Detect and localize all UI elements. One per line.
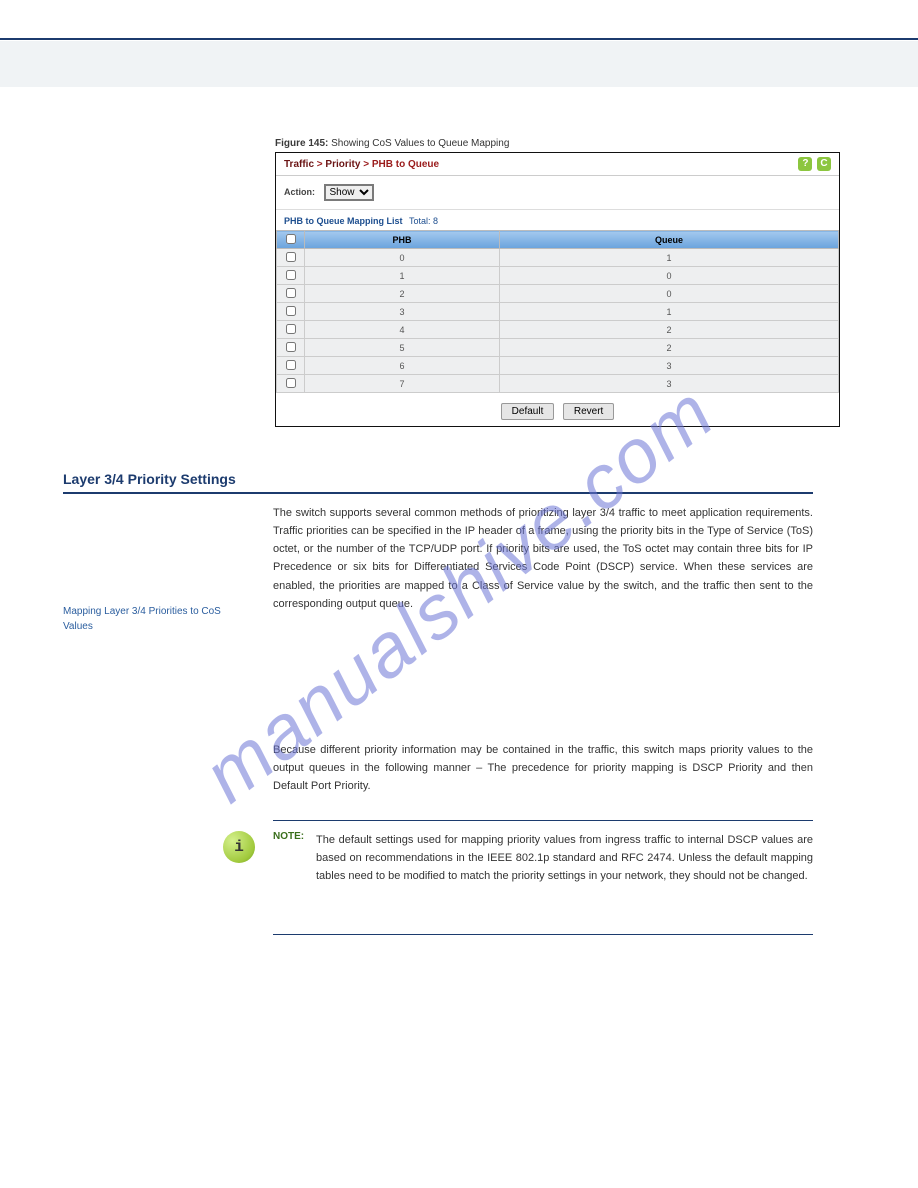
cell-phb: 7 bbox=[305, 375, 500, 393]
row-checkbox[interactable] bbox=[286, 342, 296, 352]
checkbox-all[interactable] bbox=[286, 234, 296, 244]
list-total: Total: 8 bbox=[409, 216, 438, 226]
breadcrumb-part[interactable]: Priority bbox=[325, 159, 360, 170]
figure-caption: Figure 145: Showing CoS Values to Queue … bbox=[275, 138, 509, 149]
cell-queue: 3 bbox=[500, 357, 839, 375]
cell-queue: 2 bbox=[500, 339, 839, 357]
help-icon[interactable]: ? bbox=[798, 157, 812, 171]
table-row: 01 bbox=[277, 249, 839, 267]
cell-phb: 4 bbox=[305, 321, 500, 339]
table-row: 42 bbox=[277, 321, 839, 339]
table-row: 20 bbox=[277, 285, 839, 303]
section-heading: Layer 3/4 Priority Settings bbox=[63, 471, 236, 487]
side-label: Mapping Layer 3/4 Priorities to CoS Valu… bbox=[63, 604, 243, 634]
paragraph: The switch supports several common metho… bbox=[273, 504, 813, 613]
action-label: Action: bbox=[284, 187, 315, 197]
row-checkbox[interactable] bbox=[286, 288, 296, 298]
screenshot-titlebar: Traffic > Priority > PHB to Queue ? C bbox=[276, 153, 839, 176]
row-checkbox[interactable] bbox=[286, 270, 296, 280]
cell-phb: 0 bbox=[305, 249, 500, 267]
cell-queue: 3 bbox=[500, 375, 839, 393]
row-checkbox[interactable] bbox=[286, 360, 296, 370]
note-rule-top bbox=[273, 820, 813, 821]
col-queue: Queue bbox=[500, 231, 839, 249]
row-checkbox[interactable] bbox=[286, 324, 296, 334]
refresh-icon[interactable]: C bbox=[817, 157, 831, 171]
button-row: Default Revert bbox=[276, 393, 839, 426]
default-button[interactable]: Default bbox=[501, 403, 555, 420]
cell-phb: 2 bbox=[305, 285, 500, 303]
mapping-table: PHB Queue 01 10 20 31 42 52 63 73 bbox=[276, 230, 839, 393]
table-row: 31 bbox=[277, 303, 839, 321]
row-checkbox[interactable] bbox=[286, 378, 296, 388]
cell-phb: 5 bbox=[305, 339, 500, 357]
row-checkbox[interactable] bbox=[286, 306, 296, 316]
table-header-row: PHB Queue bbox=[277, 231, 839, 249]
table-row: 10 bbox=[277, 267, 839, 285]
col-checkbox bbox=[277, 231, 305, 249]
list-title: PHB to Queue Mapping List bbox=[284, 216, 403, 226]
row-checkbox[interactable] bbox=[286, 252, 296, 262]
figure-title: Showing CoS Values to Queue Mapping bbox=[331, 138, 509, 149]
list-title-row: PHB to Queue Mapping List Total: 8 bbox=[276, 210, 839, 230]
titlebar-icons: ? C bbox=[796, 157, 831, 171]
cell-queue: 2 bbox=[500, 321, 839, 339]
cell-queue: 0 bbox=[500, 285, 839, 303]
col-phb: PHB bbox=[305, 231, 500, 249]
revert-button[interactable]: Revert bbox=[563, 403, 614, 420]
breadcrumb-part[interactable]: Traffic bbox=[284, 159, 314, 170]
chapter-band bbox=[0, 41, 918, 87]
info-icon: i bbox=[223, 831, 255, 863]
top-rule bbox=[0, 38, 918, 40]
cell-phb: 1 bbox=[305, 267, 500, 285]
note-label: NOTE: bbox=[273, 831, 304, 842]
figure-number: Figure 145: bbox=[275, 138, 328, 149]
table-row: 63 bbox=[277, 357, 839, 375]
note-rule-bottom bbox=[273, 934, 813, 935]
action-select[interactable]: Show bbox=[324, 184, 374, 201]
action-row: Action: Show bbox=[276, 176, 839, 210]
cell-phb: 6 bbox=[305, 357, 500, 375]
embedded-screenshot: Traffic > Priority > PHB to Queue ? C Ac… bbox=[275, 152, 840, 427]
cell-queue: 0 bbox=[500, 267, 839, 285]
breadcrumb: Traffic > Priority > PHB to Queue bbox=[284, 159, 439, 170]
cell-phb: 3 bbox=[305, 303, 500, 321]
table-row: 73 bbox=[277, 375, 839, 393]
section-rule bbox=[63, 488, 813, 494]
paragraph: Because different priority information m… bbox=[273, 741, 813, 795]
cell-queue: 1 bbox=[500, 303, 839, 321]
cell-queue: 1 bbox=[500, 249, 839, 267]
note-label-wrap: NOTE: bbox=[273, 831, 304, 842]
breadcrumb-current: PHB to Queue bbox=[372, 159, 439, 170]
note-text: The default settings used for mapping pr… bbox=[316, 831, 813, 885]
table-row: 52 bbox=[277, 339, 839, 357]
